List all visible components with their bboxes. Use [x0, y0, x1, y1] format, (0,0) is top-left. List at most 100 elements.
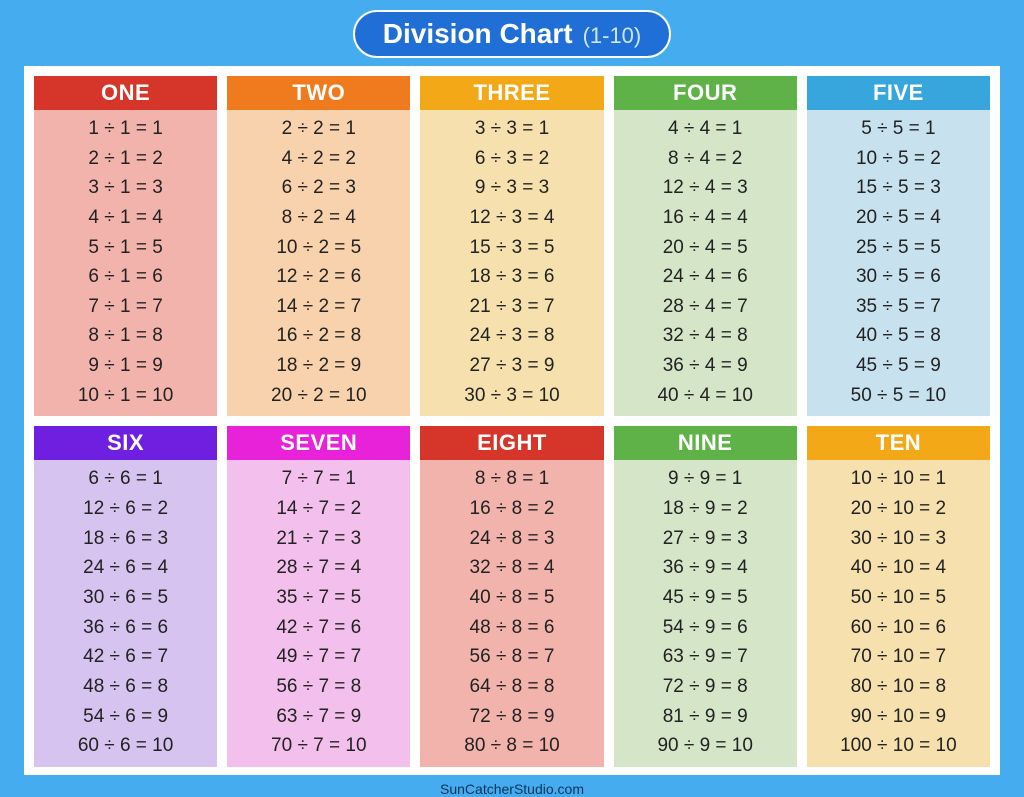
- equation-row: 32 ÷ 4 = 8: [663, 323, 748, 349]
- equation-row: 30 ÷ 3 = 10: [464, 383, 559, 409]
- equation-row: 6 ÷ 2 = 3: [282, 175, 356, 201]
- column-body: 1 ÷ 1 = 12 ÷ 1 = 23 ÷ 1 = 34 ÷ 1 = 45 ÷ …: [34, 110, 217, 416]
- page-title-wrap: Division Chart (1-10): [353, 10, 672, 58]
- column-body: 6 ÷ 6 = 112 ÷ 6 = 218 ÷ 6 = 324 ÷ 6 = 43…: [34, 460, 217, 766]
- equation-row: 3 ÷ 1 = 3: [88, 175, 162, 201]
- equation-row: 30 ÷ 10 = 3: [851, 526, 946, 552]
- equation-row: 28 ÷ 4 = 7: [663, 294, 748, 320]
- equation-row: 10 ÷ 2 = 5: [276, 235, 361, 261]
- equation-row: 2 ÷ 2 = 1: [282, 116, 356, 142]
- equation-row: 80 ÷ 10 = 8: [851, 674, 946, 700]
- equation-row: 16 ÷ 8 = 2: [470, 496, 555, 522]
- column-body: 5 ÷ 5 = 110 ÷ 5 = 215 ÷ 5 = 320 ÷ 5 = 42…: [807, 110, 990, 416]
- column-body: 2 ÷ 2 = 1 4 ÷ 2 = 2 6 ÷ 2 = 3 8 ÷ 2 = 4 10 ÷…: [227, 110, 410, 416]
- footer-credit: SunCatcherStudio.com: [440, 781, 584, 797]
- equation-row: 63 ÷ 7 = 9: [276, 704, 361, 730]
- division-column: TWO2 ÷ 2 = 14 ÷ 2 = 26 ÷ 2 = 38 ÷ 2 = 41…: [227, 76, 410, 416]
- equation-row: 24 ÷ 8 = 3: [470, 526, 555, 552]
- equation-row: 30 ÷ 6 = 5: [83, 585, 168, 611]
- equation-row: 20 ÷ 4 = 5: [663, 235, 748, 261]
- equation-row: 4 ÷ 1 = 4: [88, 205, 162, 231]
- division-chart-board: ONE1 ÷ 1 = 12 ÷ 1 = 23 ÷ 1 = 34 ÷ 1 = 45…: [24, 66, 1000, 775]
- equation-row: 8 ÷ 1 = 8: [88, 323, 162, 349]
- equation-row: 16 ÷ 2 = 8: [276, 323, 361, 349]
- equation-row: 90 ÷ 10 = 9: [851, 704, 946, 730]
- equation-row: 63 ÷ 9 = 7: [663, 644, 748, 670]
- equation-row: 7 ÷ 7 = 1: [282, 466, 356, 492]
- equation-row: 12 ÷ 2 = 6: [276, 264, 361, 290]
- equation-row: 12 ÷ 3 = 4: [470, 205, 555, 231]
- column-body: 8 ÷ 8 = 1 16 ÷ 8 = 2 24 ÷ 8 = 3 32 ÷ 8 = 4 4…: [420, 460, 603, 766]
- column-body: 9 ÷ 9 = 118 ÷ 9 = 227 ÷ 9 = 336 ÷ 9 = 44…: [614, 460, 797, 766]
- division-column: EIGHT 8 ÷ 8 = 1 16 ÷ 8 = 2 24 ÷ 8 = 3 32 ÷ 8…: [420, 426, 603, 766]
- equation-row: 28 ÷ 7 = 4: [276, 555, 361, 581]
- equation-row: 32 ÷ 8 = 4: [470, 555, 555, 581]
- page-title-sub: (1-10): [583, 23, 642, 49]
- equation-row: 27 ÷ 3 = 9: [470, 353, 555, 379]
- equation-row: 40 ÷ 5 = 8: [856, 323, 941, 349]
- equation-row: 60 ÷ 6 = 10: [78, 733, 173, 759]
- equation-row: 6 ÷ 1 = 6: [88, 264, 162, 290]
- equation-row: 48 ÷ 8 = 6: [470, 615, 555, 641]
- column-body: 4 ÷ 4 = 18 ÷ 4 = 212 ÷ 4 = 316 ÷ 4 = 420…: [614, 110, 797, 416]
- equation-row: 35 ÷ 5 = 7: [856, 294, 941, 320]
- equation-row: 5 ÷ 5 = 1: [861, 116, 935, 142]
- equation-row: 80 ÷ 8 = 10: [464, 733, 559, 759]
- equation-row: 14 ÷ 7 = 2: [276, 496, 361, 522]
- equation-row: 18 ÷ 3 = 6: [470, 264, 555, 290]
- column-body: 7 ÷ 7 = 114 ÷ 7 = 221 ÷ 7 = 328 ÷ 7 = 43…: [227, 460, 410, 766]
- equation-row: 8 ÷ 8 = 1: [475, 466, 549, 492]
- equation-row: 14 ÷ 2 = 7: [276, 294, 361, 320]
- equation-row: 24 ÷ 4 = 6: [663, 264, 748, 290]
- equation-row: 60 ÷ 10 = 6: [851, 615, 946, 641]
- equation-row: 54 ÷ 6 = 9: [83, 704, 168, 730]
- division-column: THREE3 ÷ 3 = 16 ÷ 3 = 29 ÷ 3 = 312 ÷ 3 =…: [420, 76, 603, 416]
- equation-row: 8 ÷ 2 = 4: [282, 205, 356, 231]
- equation-row: 42 ÷ 6 = 7: [83, 644, 168, 670]
- page-title: Division Chart: [383, 18, 573, 50]
- equation-row: 5 ÷ 1 = 5: [88, 235, 162, 261]
- equation-row: 12 ÷ 4 = 3: [663, 175, 748, 201]
- equation-row: 18 ÷ 6 = 3: [83, 526, 168, 552]
- equation-row: 12 ÷ 6 = 2: [83, 496, 168, 522]
- column-header: EIGHT: [420, 426, 603, 460]
- equation-row: 49 ÷ 7 = 7: [276, 644, 361, 670]
- equation-row: 20 ÷ 5 = 4: [856, 205, 941, 231]
- equation-row: 56 ÷ 8 = 7: [470, 644, 555, 670]
- column-header: NINE: [614, 426, 797, 460]
- column-body: 3 ÷ 3 = 16 ÷ 3 = 29 ÷ 3 = 312 ÷ 3 = 415 …: [420, 110, 603, 416]
- equation-row: 30 ÷ 5 = 6: [856, 264, 941, 290]
- column-header: SIX: [34, 426, 217, 460]
- equation-row: 4 ÷ 2 = 2: [282, 146, 356, 172]
- equation-row: 70 ÷ 10 = 7: [851, 644, 946, 670]
- equation-row: 90 ÷ 9 = 10: [657, 733, 752, 759]
- equation-row: 64 ÷ 8 = 8: [470, 674, 555, 700]
- equation-row: 42 ÷ 7 = 6: [276, 615, 361, 641]
- column-header: FIVE: [807, 76, 990, 110]
- equation-row: 56 ÷ 7 = 8: [276, 674, 361, 700]
- equation-row: 70 ÷ 7 = 10: [271, 733, 366, 759]
- column-header: SEVEN: [227, 426, 410, 460]
- division-column: SEVEN 7 ÷ 7 = 1 14 ÷ 7 = 2 21 ÷ 7 = 3 28 ÷ 7…: [227, 426, 410, 766]
- equation-row: 40 ÷ 8 = 5: [470, 585, 555, 611]
- equation-row: 45 ÷ 5 = 9: [856, 353, 941, 379]
- equation-row: 21 ÷ 7 = 3: [276, 526, 361, 552]
- equation-row: 16 ÷ 4 = 4: [663, 205, 748, 231]
- equation-row: 10 ÷ 1 = 10: [78, 383, 173, 409]
- equation-row: 100 ÷ 10 = 10: [840, 733, 957, 759]
- equation-row: 6 ÷ 3 = 2: [475, 146, 549, 172]
- equation-row: 48 ÷ 6 = 8: [83, 674, 168, 700]
- division-column: FIVE5 ÷ 5 = 110 ÷ 5 = 215 ÷ 5 = 320 ÷ 5 …: [807, 76, 990, 416]
- equation-row: 45 ÷ 9 = 5: [663, 585, 748, 611]
- equation-row: 25 ÷ 5 = 5: [856, 235, 941, 261]
- equation-row: 9 ÷ 1 = 9: [88, 353, 162, 379]
- equation-row: 54 ÷ 9 = 6: [663, 615, 748, 641]
- equation-row: 4 ÷ 4 = 1: [668, 116, 742, 142]
- column-header: ONE: [34, 76, 217, 110]
- equation-row: 15 ÷ 5 = 3: [856, 175, 941, 201]
- equation-row: 36 ÷ 6 = 6: [83, 615, 168, 641]
- equation-row: 24 ÷ 3 = 8: [470, 323, 555, 349]
- equation-row: 40 ÷ 10 = 4: [851, 555, 946, 581]
- equation-row: 36 ÷ 9 = 4: [663, 555, 748, 581]
- equation-row: 1 ÷ 1 = 1: [88, 116, 162, 142]
